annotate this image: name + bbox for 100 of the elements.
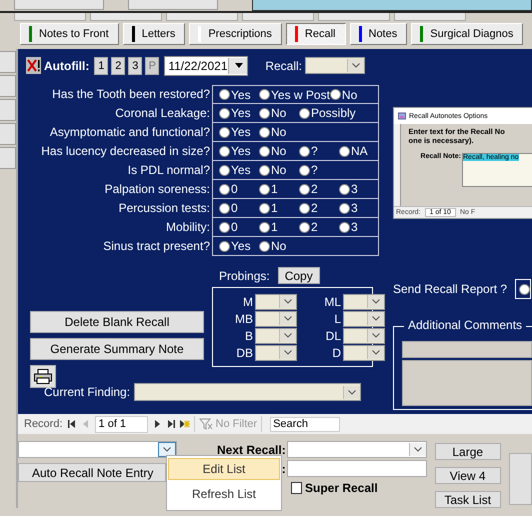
radio-option[interactable]: 2 [299,201,339,215]
tab[interactable]: Notes to Front [20,23,119,45]
radio-option[interactable]: Yes w Post [259,88,330,102]
side-button[interactable]: Task List [434,491,501,508]
text-field[interactable] [286,460,427,477]
autofill-button[interactable]: 1 [94,56,108,74]
radio-option[interactable]: Possibly [299,106,356,120]
probing-combo[interactable] [343,310,385,326]
radio-option[interactable]: Yes [219,125,259,139]
probing-combo[interactable] [343,294,385,310]
record-label: Record: [24,418,63,430]
radio-option[interactable]: 3 [339,201,379,215]
radio-option[interactable]: 1 [259,182,299,196]
recall-label: Recall: [265,58,302,72]
radio-option[interactable]: ? [299,144,339,158]
autofill-button[interactable]: 3 [128,56,142,74]
radio-option[interactable]: Yes [219,88,259,102]
comment-field[interactable] [402,360,532,406]
side-tab[interactable] [0,75,16,97]
next-recall-combo[interactable] [286,441,427,458]
generate-summary-button[interactable]: Generate Summary Note [30,338,204,360]
radio-option[interactable]: Yes [219,239,259,253]
radio-option[interactable]: 2 [299,220,339,234]
radio-option[interactable]: 0 [219,220,259,234]
radio-option[interactable]: Yes [219,106,259,120]
probing-combo[interactable] [343,328,385,344]
tab[interactable]: Notes [350,23,408,45]
probing-site-label: DB [235,344,254,360]
probing-combo[interactable] [255,328,297,344]
probing-site-label: B [244,328,254,344]
radio-option[interactable]: 1 [259,201,299,215]
tab[interactable]: Letters [122,23,186,45]
toolbar-button[interactable] [128,0,218,10]
menu-item[interactable]: Refresh List [168,483,280,505]
record-position-field[interactable]: 1 of 1 [94,416,148,432]
checkbox[interactable] [291,482,302,494]
autofill-button[interactable]: 2 [111,56,126,74]
radio-option[interactable]: ? [299,163,339,177]
print-button[interactable] [30,365,56,388]
current-finding-label: Current Finding: [44,385,130,399]
comment-field[interactable] [402,341,532,358]
toolbar-button[interactable] [14,0,104,10]
autofill-label: Autofill: [44,58,90,72]
first-record-icon[interactable] [66,419,77,429]
radio-option[interactable]: 0 [219,182,259,196]
tab[interactable]: Recall [286,23,346,45]
question-label: Palpation soreness: [104,181,211,198]
radio-option[interactable]: No [259,163,299,177]
radio-option[interactable]: 0 [219,201,259,215]
last-record-icon[interactable] [166,419,176,429]
side-tab[interactable] [0,99,16,121]
radio-option[interactable]: No [259,125,299,139]
window-icon [398,112,406,120]
radio-option[interactable]: 1 [259,220,299,234]
send-recall-report-label: Send Recall Report ? [393,282,508,296]
recall-combo[interactable] [305,57,366,74]
question-label: Has lucency decreased in size? [40,143,211,160]
radio-option[interactable]: 2 [299,182,339,196]
question-label: Mobility: [164,219,211,236]
super-recall-label: Super Recall [305,481,378,495]
probing-combo[interactable] [255,294,297,310]
side-button[interactable]: View 4 [434,467,501,484]
side-tab[interactable] [0,123,16,145]
probing-combo[interactable] [255,344,297,360]
radio-option[interactable]: No [259,239,299,253]
radio-option[interactable]: NA [339,144,379,158]
probing-site-label: MB [234,310,254,326]
current-finding-combo[interactable] [134,383,362,401]
clear-icon[interactable] [26,57,41,74]
copy-button[interactable]: Copy [278,267,320,284]
side-tab[interactable] [0,147,16,169]
record-selector[interactable] [394,124,401,206]
next-recall-label: Next Recall: [217,442,286,456]
probing-combo[interactable] [255,310,297,326]
field-label: : [282,462,286,476]
combo-box[interactable] [18,441,177,458]
question-label: Sinus tract present? [102,238,211,255]
radio-option[interactable]: No [259,144,299,158]
date-field[interactable]: 11/22/2021 [164,56,248,76]
radio-option[interactable]: 3 [339,220,379,234]
probing-combo[interactable] [343,344,385,360]
radio-button[interactable] [519,284,530,294]
side-tab[interactable] [0,51,16,73]
printer-icon [34,369,52,384]
probing-site-label: ML [323,294,342,310]
radio-option[interactable]: No [259,106,299,120]
delete-blank-recall-button[interactable]: Delete Blank Recall [30,311,204,333]
radio-option[interactable]: Yes [219,144,259,158]
radio-option[interactable]: Yes [219,163,259,177]
tab[interactable]: Surgical Diagnos [411,23,524,45]
new-record-icon[interactable] [180,419,190,429]
radio-option[interactable]: No [330,88,370,102]
menu-item[interactable]: Edit List [168,458,280,480]
tab[interactable]: Prescriptions [189,23,282,45]
probings-label: Probings: [219,268,270,282]
auto-recall-note-entry-button[interactable]: Auto Recall Note Entry [18,463,166,482]
side-button[interactable]: Large [434,443,501,460]
additional-comments-label: Additional Comments [404,318,526,332]
radio-option[interactable]: 3 [339,182,379,196]
search-field[interactable]: Search [270,416,340,432]
